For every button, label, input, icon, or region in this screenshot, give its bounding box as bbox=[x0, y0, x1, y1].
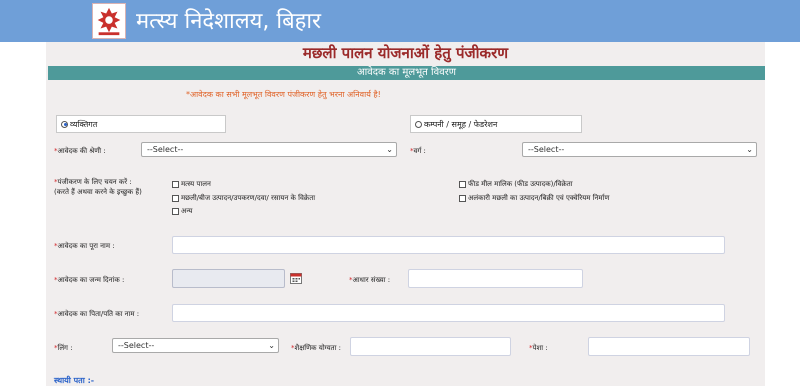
category-label: *आवेदक की श्रेणी : bbox=[54, 147, 106, 155]
occupation-label: *पेशा : bbox=[529, 344, 548, 352]
page-title: मछली पालन योजनाओं हेतु पंजीकरण bbox=[302, 44, 509, 62]
varg-select[interactable]: --Select-- ⌄ bbox=[522, 142, 757, 157]
gender-label: *लिंग : bbox=[54, 344, 73, 352]
checkbox-icon[interactable] bbox=[172, 208, 179, 215]
occupation-input[interactable] bbox=[588, 337, 750, 356]
bihar-emblem-logo bbox=[92, 3, 126, 39]
permanent-address-heading: स्थायी पता :- bbox=[54, 376, 95, 385]
dob-input[interactable] bbox=[172, 269, 285, 288]
checkbox-ornamental-fish[interactable]: अलंकारी मछली का उत्पादन/बिक्री एवं एक्वे… bbox=[459, 194, 609, 203]
radio-company[interactable]: कम्पनी / समूह / फेडरेशन bbox=[410, 115, 582, 133]
radio-individual-label: व्यक्तिगत bbox=[70, 119, 98, 129]
checkbox-other[interactable]: अन्य bbox=[172, 207, 192, 216]
checkbox-icon[interactable] bbox=[172, 195, 179, 202]
checkbox-icon[interactable] bbox=[459, 195, 466, 202]
father-name-label: *आवेदक का पिता/पति का नाम : bbox=[54, 310, 140, 318]
radio-dot-icon[interactable] bbox=[415, 120, 422, 128]
varg-label: *वर्ग : bbox=[410, 147, 426, 155]
full-name-label: *आवेदक का पूरा नाम : bbox=[54, 242, 115, 250]
chevron-down-icon: ⌄ bbox=[268, 341, 275, 350]
radio-individual[interactable]: व्यक्तिगत bbox=[56, 115, 226, 133]
interest-label: *पंजीकरण के लिए चयन करें : bbox=[54, 178, 132, 186]
app-header: मत्स्य निदेशालय, बिहार bbox=[0, 0, 800, 42]
chevron-down-icon: ⌄ bbox=[746, 145, 753, 154]
radio-company-label: कम्पनी / समूह / फेडरेशन bbox=[424, 119, 498, 129]
checkbox-feed-mill[interactable]: फीड मील मालिक (फीड उत्पादक)/विक्रेता bbox=[459, 180, 573, 189]
education-input[interactable] bbox=[350, 337, 511, 356]
section-header: आवेदक का मूलभूत विवरण bbox=[48, 66, 765, 80]
header-title: मत्स्य निदेशालय, बिहार bbox=[136, 9, 322, 34]
mandatory-note: *आवेदक का सभी मूलभूत विवरण पंजीकरण हेतु … bbox=[186, 90, 381, 99]
checkbox-seller[interactable]: मछली/बीज उत्पादन/उपकरण/दवा/ रसायन के विक… bbox=[172, 194, 315, 203]
checkbox-fish-farming[interactable]: मत्स्य पालन bbox=[172, 180, 211, 189]
interest-sublabel: (करते हैं अथवा करने के इच्छुक हैं) bbox=[54, 188, 142, 196]
education-label: *शैक्षणिक योग्यता : bbox=[291, 344, 342, 352]
calendar-icon[interactable] bbox=[290, 269, 302, 284]
checkbox-icon[interactable] bbox=[172, 181, 179, 188]
radio-dot-icon[interactable] bbox=[61, 120, 68, 128]
aadhaar-input[interactable] bbox=[408, 269, 583, 288]
full-name-input[interactable] bbox=[172, 236, 725, 254]
father-name-input[interactable] bbox=[172, 304, 725, 322]
dob-label: *आवेदक का जन्म दिनांक : bbox=[54, 276, 125, 284]
aadhaar-label: *आधार संख्या : bbox=[349, 276, 391, 284]
registration-form bbox=[46, 42, 765, 386]
gender-select[interactable]: --Select-- ⌄ bbox=[112, 338, 279, 353]
checkbox-icon[interactable] bbox=[459, 181, 466, 188]
chevron-down-icon: ⌄ bbox=[386, 145, 393, 154]
category-select[interactable]: --Select-- ⌄ bbox=[141, 142, 397, 157]
